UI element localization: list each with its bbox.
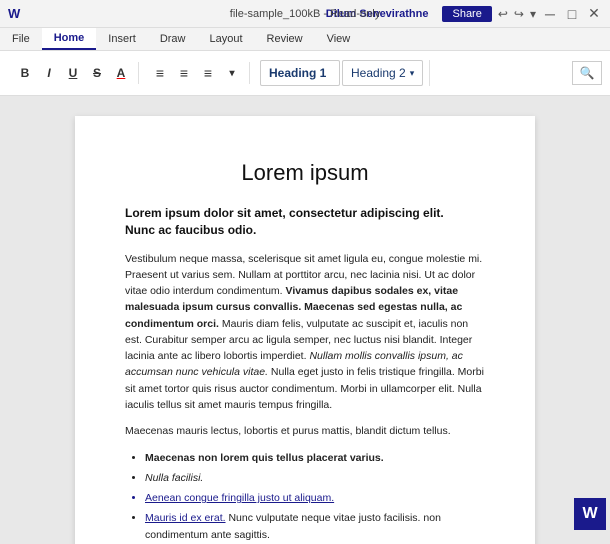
list-item: Mauris id ex erat. Nunc vulputate neque … — [145, 510, 485, 543]
subtitle-line2: Nunc ac faucibus odio. — [125, 223, 256, 237]
paragraph-group: ≡ ≡ ≡ ▾ — [143, 62, 250, 84]
bullets-button[interactable]: ≡ — [149, 62, 171, 84]
bullet-list: Maecenas non lorem quis tellus placerat … — [145, 450, 485, 544]
font-group: B I U S A — [8, 62, 139, 84]
heading2-dropdown-icon: ▾ — [410, 68, 415, 79]
indent-button[interactable]: ≡ — [197, 62, 219, 84]
subtitle-line1: Lorem ipsum dolor sit amet, consectetur … — [125, 206, 444, 220]
ribbon-tabs: File Home Insert Draw Layout Review View — [0, 28, 610, 51]
bold-button[interactable]: B — [14, 62, 36, 84]
customize-icon[interactable]: ▾ — [530, 7, 536, 21]
tab-home[interactable]: Home — [42, 28, 97, 50]
document-container: Lorem ipsum Lorem ipsum dolor sit amet, … — [0, 96, 610, 544]
document-subtitle: Lorem ipsum dolor sit amet, consectetur … — [125, 205, 485, 239]
tab-file[interactable]: File — [0, 28, 42, 50]
italic-button[interactable]: I — [38, 62, 60, 84]
heading1-style[interactable]: Heading 1 — [260, 60, 340, 86]
close-button[interactable]: ✕ — [586, 6, 602, 22]
font-color-button[interactable]: A — [110, 62, 132, 84]
strikethrough-button[interactable]: S — [86, 62, 108, 84]
search-area: 🔍 — [572, 61, 602, 85]
undo-icon[interactable]: ↩ — [498, 7, 508, 21]
share-button[interactable]: Share — [442, 6, 491, 22]
document-page: Lorem ipsum Lorem ipsum dolor sit amet, … — [75, 116, 535, 544]
title-bar: W file-sample_100kB - Read-only Dilum Se… — [0, 0, 610, 28]
list-item-link: Mauris id ex erat. — [145, 512, 226, 524]
list-item: Maecenas non lorem quis tellus placerat … — [145, 450, 485, 466]
search-button[interactable]: 🔍 — [572, 61, 602, 85]
ribbon: File Home Insert Draw Layout Review View… — [0, 28, 610, 96]
maximize-button[interactable]: □ — [564, 6, 580, 22]
title-bar-filename: file-sample_100kB - Read-only — [230, 8, 380, 20]
document-body2: Maecenas mauris lectus, lobortis et puru… — [125, 423, 485, 439]
list-item: Nulla facilisi. — [145, 470, 485, 486]
numbering-button[interactable]: ≡ — [173, 62, 195, 84]
document-title: Lorem ipsum — [125, 156, 485, 189]
list-item: Aenean congue fringilla justo ut aliquam… — [145, 490, 485, 506]
office-logo: W — [582, 505, 597, 523]
tab-review[interactable]: Review — [255, 28, 315, 50]
heading1-label: Heading 1 — [269, 66, 326, 80]
tab-insert[interactable]: Insert — [96, 28, 148, 50]
document-body1: Vestibulum neque massa, scelerisque sit … — [125, 251, 485, 414]
underline-button[interactable]: U — [62, 62, 84, 84]
styles-group: Heading 1 Heading 2 ▾ — [254, 60, 430, 86]
minimize-button[interactable]: ─ — [542, 6, 558, 22]
tab-layout[interactable]: Layout — [197, 28, 254, 50]
ribbon-content: B I U S A ≡ ≡ ≡ ▾ Heading 1 Heading 2 ▾ — [0, 51, 610, 95]
tab-draw[interactable]: Draw — [148, 28, 198, 50]
search-icon: 🔍 — [580, 66, 595, 80]
app-icon: W — [8, 6, 20, 21]
paragraph-options-button[interactable]: ▾ — [221, 62, 243, 84]
office-icon: W — [574, 498, 606, 530]
title-bar-left: W — [8, 6, 20, 21]
redo-icon[interactable]: ↪ — [514, 7, 524, 21]
heading2-style[interactable]: Heading 2 ▾ — [342, 60, 423, 86]
heading2-label: Heading 2 — [351, 66, 406, 80]
tab-view[interactable]: View — [315, 28, 363, 50]
